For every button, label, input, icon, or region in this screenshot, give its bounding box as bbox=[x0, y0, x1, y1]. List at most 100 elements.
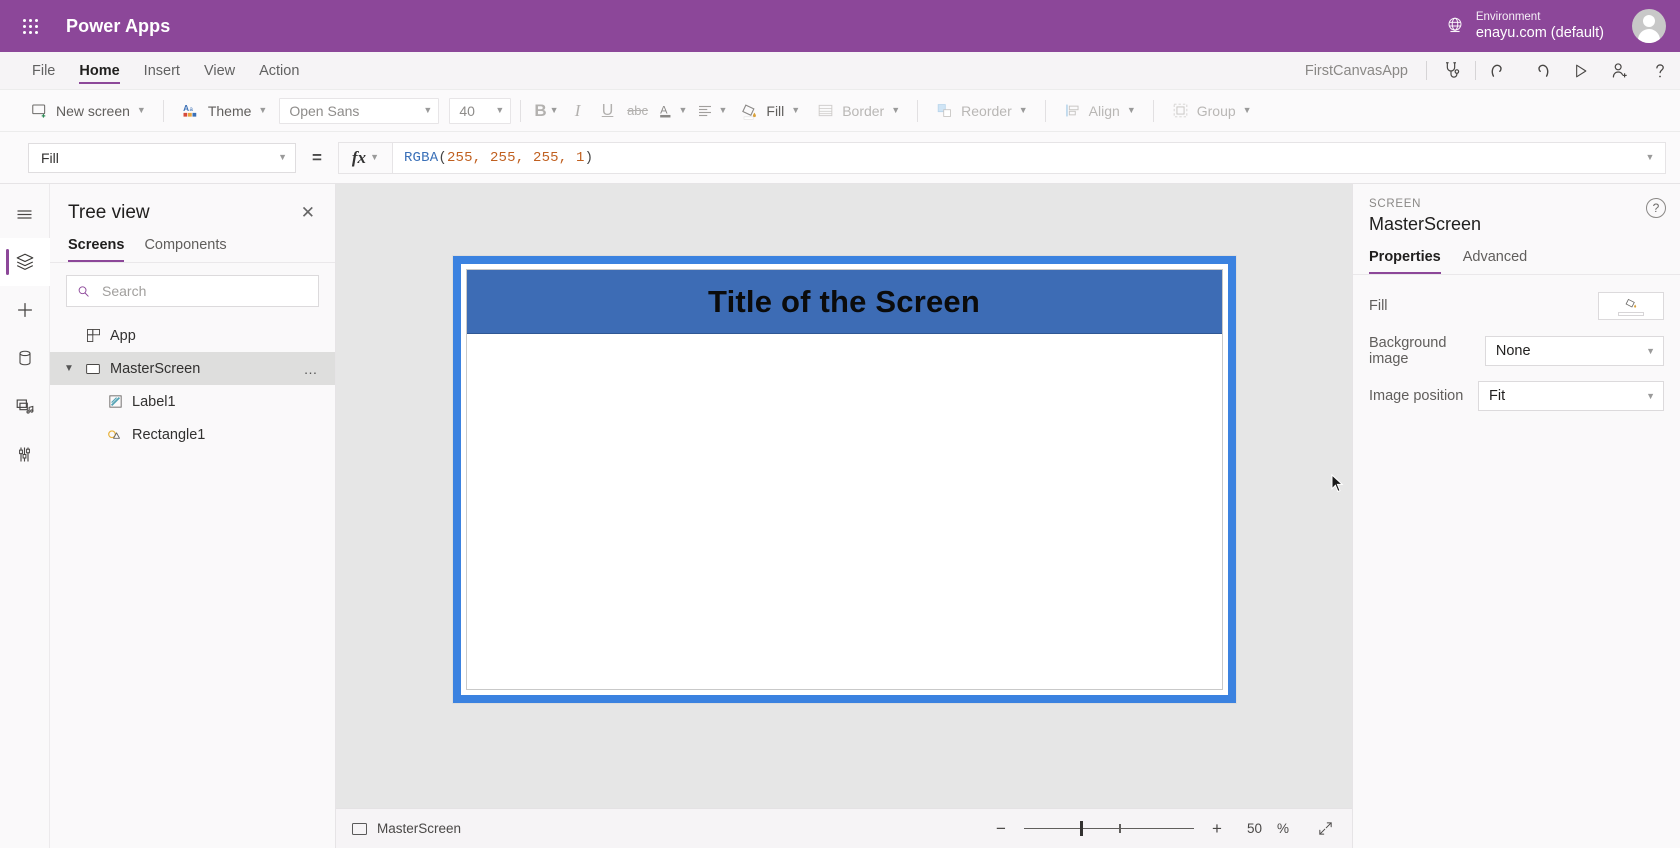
zoom-slider-thumb[interactable] bbox=[1080, 821, 1084, 836]
menu-item-action[interactable]: Action bbox=[247, 52, 311, 89]
fx-button[interactable]: fx ▼ bbox=[338, 142, 393, 173]
screen-selection-frame[interactable]: Title of the Screen bbox=[452, 256, 1236, 703]
help-button[interactable] bbox=[1640, 52, 1680, 89]
zoom-in-button[interactable]: + bbox=[1207, 819, 1227, 839]
menu-item-insert[interactable]: Insert bbox=[132, 52, 192, 89]
paint-bucket-icon bbox=[739, 101, 759, 121]
tree-node-masterscreen[interactable]: ▼ MasterScreen … bbox=[50, 352, 335, 385]
strikethrough-button[interactable]: abc bbox=[623, 97, 653, 125]
tree-search-box[interactable] bbox=[66, 275, 319, 307]
tab-screens[interactable]: Screens bbox=[68, 235, 125, 262]
zoom-unit: % bbox=[1276, 821, 1289, 836]
svg-text:a: a bbox=[189, 107, 193, 113]
underline-button[interactable]: U bbox=[593, 97, 623, 125]
menu-item-file[interactable]: File bbox=[20, 52, 67, 89]
border-icon bbox=[816, 101, 835, 120]
mouse-cursor bbox=[1331, 474, 1344, 493]
fill-button[interactable]: Fill ▼ bbox=[731, 96, 808, 126]
properties-kind: SCREEN bbox=[1369, 198, 1422, 210]
chevron-down-icon[interactable]: ▼ bbox=[58, 363, 80, 374]
tab-advanced[interactable]: Advanced bbox=[1463, 249, 1528, 274]
media-icon bbox=[16, 399, 33, 414]
rail-item-tree-view[interactable] bbox=[0, 238, 50, 286]
tree-node-label1[interactable]: Label1 bbox=[50, 385, 335, 418]
border-button[interactable]: Border ▼ bbox=[808, 96, 908, 125]
user-avatar[interactable] bbox=[1632, 9, 1666, 43]
status-screen-selector[interactable]: MasterScreen bbox=[352, 821, 461, 836]
environment-selector[interactable]: Environment enayu.com (default) bbox=[1434, 8, 1614, 45]
rail-item-insert[interactable] bbox=[0, 286, 50, 334]
environment-value: enayu.com (default) bbox=[1475, 25, 1604, 42]
property-row-background-image: Background image None ▼ bbox=[1369, 335, 1664, 367]
theme-button[interactable]: A a Theme ▼ bbox=[173, 97, 276, 125]
zoom-out-button[interactable]: − bbox=[991, 819, 1011, 839]
product-title: Power Apps bbox=[66, 15, 171, 36]
tree-node-rectangle1[interactable]: Rectangle1 bbox=[50, 418, 335, 451]
left-rail bbox=[0, 184, 50, 848]
group-button[interactable]: Group ▼ bbox=[1163, 96, 1260, 125]
underline-icon: U bbox=[601, 101, 614, 119]
font-color-button[interactable]: A ▼ bbox=[653, 98, 692, 124]
fill-color-button[interactable] bbox=[1598, 292, 1664, 320]
redo-button[interactable] bbox=[1520, 52, 1560, 89]
reorder-button[interactable]: Reorder ▼ bbox=[927, 96, 1036, 125]
share-button[interactable] bbox=[1600, 52, 1640, 89]
tree-node-label: MasterScreen bbox=[110, 360, 201, 377]
menu-item-home[interactable]: Home bbox=[67, 52, 131, 89]
tree-node-app[interactable]: App bbox=[50, 319, 335, 352]
preview-button[interactable] bbox=[1560, 52, 1600, 89]
menu-item-view[interactable]: View bbox=[192, 52, 247, 89]
tree-view-title: Tree view bbox=[68, 201, 150, 223]
rail-item-menu[interactable] bbox=[0, 190, 50, 238]
tab-components[interactable]: Components bbox=[144, 235, 226, 262]
align-icon bbox=[695, 102, 715, 120]
tab-properties[interactable]: Properties bbox=[1369, 249, 1441, 274]
align-group-button[interactable]: Align ▼ bbox=[1055, 96, 1144, 125]
tree-view-header: Tree view ✕ bbox=[50, 184, 335, 235]
formula-expand-button[interactable]: ▼ bbox=[1635, 143, 1665, 173]
tree-node-more-button[interactable]: … bbox=[300, 362, 324, 376]
property-label: Fill bbox=[1369, 298, 1388, 314]
font-size-select[interactable]: 40 ▼ bbox=[449, 97, 512, 124]
search-input[interactable] bbox=[100, 282, 309, 300]
rail-item-data[interactable] bbox=[0, 334, 50, 382]
background-image-select[interactable]: None ▼ bbox=[1484, 336, 1664, 366]
app-launcher-button[interactable] bbox=[10, 6, 50, 46]
rail-item-advanced-tools[interactable] bbox=[0, 430, 50, 478]
menu-spacer bbox=[311, 52, 1290, 89]
fit-to-screen-button[interactable] bbox=[1312, 816, 1338, 842]
app-icon bbox=[80, 327, 106, 344]
italic-icon: I bbox=[574, 100, 581, 120]
formula-close-paren: ) bbox=[584, 149, 594, 166]
undo-button[interactable] bbox=[1480, 52, 1520, 89]
canvas-stage[interactable]: Title of the Screen bbox=[336, 184, 1352, 808]
image-position-value: Fit bbox=[1489, 388, 1506, 404]
rail-item-media[interactable] bbox=[0, 382, 50, 430]
chevron-down-icon: ▼ bbox=[370, 152, 379, 162]
close-icon[interactable]: ✕ bbox=[297, 200, 319, 225]
align-button[interactable]: ▼ bbox=[691, 99, 731, 123]
font-family-value: Open Sans bbox=[289, 102, 360, 119]
ribbon-divider-2 bbox=[520, 99, 522, 122]
share-person-icon bbox=[1612, 62, 1627, 78]
italic-button[interactable]: I bbox=[563, 97, 593, 125]
svg-text:A: A bbox=[183, 104, 189, 113]
chevron-down-icon: ▼ bbox=[423, 105, 433, 115]
font-family-select[interactable]: Open Sans ▼ bbox=[279, 97, 440, 124]
ribbon-group-screen: New screen ▼ bbox=[22, 90, 154, 131]
formula-input[interactable]: RGBA(255, 255, 255, 1) bbox=[393, 143, 1635, 173]
zoom-slider[interactable] bbox=[1023, 819, 1194, 839]
label1-text[interactable]: Title of the Screen bbox=[708, 284, 980, 320]
bold-button[interactable]: B ▼ bbox=[530, 98, 562, 124]
app-checker-button[interactable] bbox=[1431, 52, 1471, 89]
property-select[interactable]: Fill ▼ bbox=[28, 142, 296, 173]
new-screen-button[interactable]: New screen ▼ bbox=[22, 96, 154, 125]
app-screen-preview[interactable]: Title of the Screen bbox=[465, 269, 1223, 690]
help-icon[interactable]: ? bbox=[1646, 198, 1666, 218]
image-position-select[interactable]: Fit ▼ bbox=[1478, 381, 1664, 411]
ribbon-divider-1 bbox=[162, 99, 164, 122]
chevron-down-icon: ▼ bbox=[1126, 105, 1136, 115]
rectangle1-shape[interactable]: Title of the Screen bbox=[466, 270, 1222, 334]
chevron-down-icon: ▼ bbox=[891, 105, 901, 115]
search-icon bbox=[78, 285, 89, 297]
